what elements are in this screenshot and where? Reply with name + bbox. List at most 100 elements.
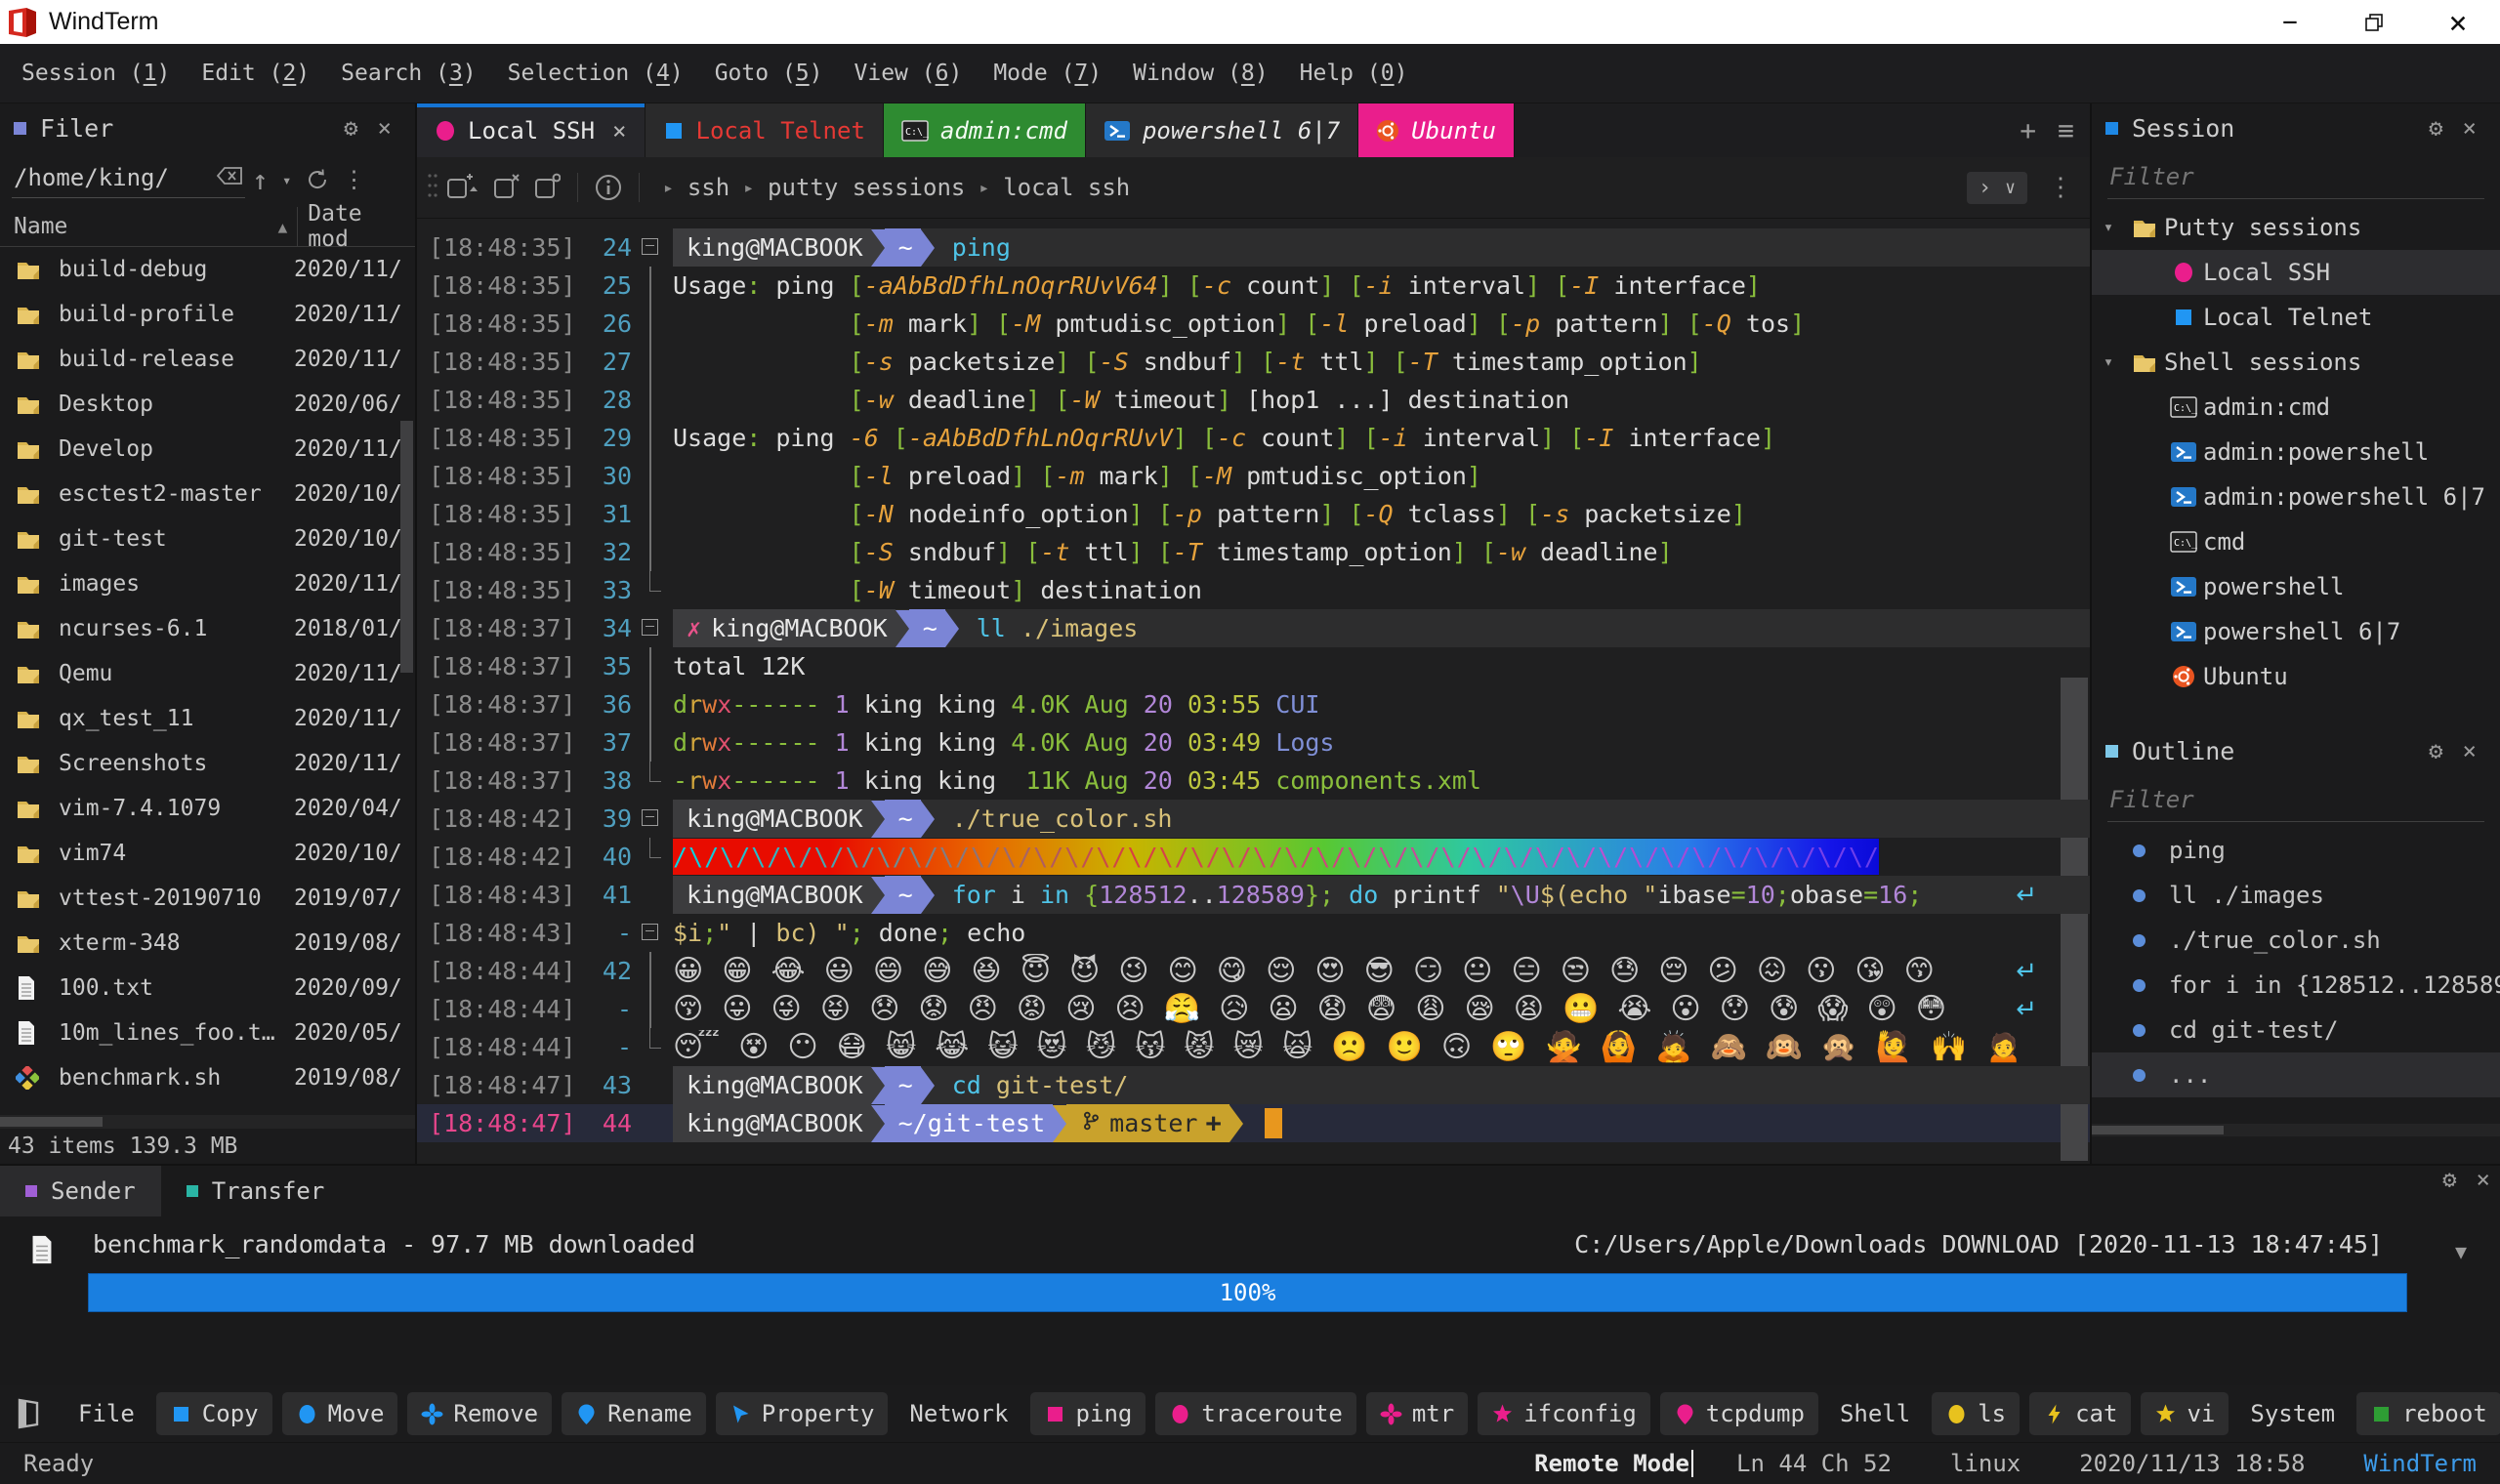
filer-hscrollbar[interactable] [0, 1115, 415, 1129]
file-row[interactable]: build-release 2020/11/ [0, 337, 415, 382]
fold-marker[interactable] [632, 723, 673, 762]
tab-admin-cmd[interactable]: C:\_ admin:cmd [883, 103, 1086, 157]
sidebar-item-local-telnet[interactable]: Local Telnet [2092, 295, 2500, 340]
terminal[interactable]: [18:48:35] 24 king@MACBOOK ~ ping [18:48:35] 2… [417, 219, 2090, 1164]
toolbar-button-vi[interactable]: vi [2141, 1392, 2229, 1435]
fold-marker[interactable] [632, 305, 673, 343]
menu-item-view[interactable]: View (6) [839, 61, 979, 86]
fold-marker[interactable] [632, 533, 673, 571]
run-command-box[interactable]: › ∨ [1966, 171, 2027, 204]
duplicate-tab-icon[interactable] [526, 173, 567, 202]
sidebar-item-local-ssh[interactable]: Local SSH [2092, 250, 2500, 295]
file-row[interactable]: vttest-20190710 2019/07/ [0, 876, 415, 921]
toolbar-button-ping[interactable]: ping [1029, 1392, 1146, 1435]
clear-path-icon[interactable] [216, 164, 243, 191]
sidebar-item-powershell-6-7[interactable]: powershell 6|7 [2092, 609, 2500, 654]
status-os[interactable]: linux [1950, 1450, 2021, 1477]
toolbar-button-mtr[interactable]: mtr [1365, 1392, 1469, 1435]
info-icon[interactable] [588, 174, 629, 201]
filer-vscrollbar[interactable] [400, 421, 413, 673]
fold-marker[interactable] [632, 419, 673, 457]
file-row[interactable]: esctest2-master 2020/10/ [0, 472, 415, 516]
outline-filter-input[interactable] [2107, 781, 2484, 822]
tree-expand-icon[interactable]: ▾ [2092, 352, 2125, 372]
outline-close-icon[interactable]: × [2453, 737, 2486, 764]
fold-marker[interactable] [632, 343, 673, 381]
outline-item[interactable]: for i in {128512..128589} [2092, 963, 2500, 1008]
tab-local-ssh[interactable]: Local SSH × [417, 103, 646, 157]
toolbar-button-remove[interactable]: Remove [407, 1392, 553, 1435]
file-row[interactable]: vim-7.4.1079 2020/04/ [0, 786, 415, 831]
fold-marker[interactable] [632, 1066, 673, 1104]
file-row[interactable]: build-profile 2020/11/ [0, 292, 415, 337]
close-tab-icon[interactable] [485, 173, 526, 202]
sidebar-item-putty-sessions[interactable]: ▾ Putty sessions [2092, 205, 2500, 250]
fold-marker[interactable] [632, 1104, 673, 1142]
fold-marker[interactable] [632, 990, 673, 1028]
panel-toggle-icon[interactable] [14, 1397, 43, 1430]
outline-item[interactable]: ./true_color.sh [2092, 918, 2500, 963]
status-brand[interactable]: WindTerm [2363, 1450, 2477, 1477]
fold-marker[interactable] [632, 914, 673, 952]
outline-item[interactable]: ll ./images [2092, 873, 2500, 918]
up-directory-dropdown-icon[interactable]: ▾ [275, 171, 299, 189]
menu-item-mode[interactable]: Mode (7) [978, 61, 1117, 86]
filer-path-input[interactable]: /home/king/ [12, 162, 245, 198]
file-row[interactable]: ncurses-6.1 2018/01/ [0, 606, 415, 651]
tab-close-icon[interactable]: × [612, 117, 626, 144]
sidebar-item-ubuntu[interactable]: Ubuntu [2092, 654, 2500, 699]
fold-marker[interactable] [632, 609, 673, 647]
tree-expand-icon[interactable]: ▾ [2092, 218, 2125, 237]
toolbar-button-ls[interactable]: ls [1932, 1392, 2021, 1435]
fold-marker[interactable] [632, 495, 673, 533]
breadcrumb-segment[interactable]: local ssh [1003, 174, 1130, 201]
file-row[interactable]: 100.txt 2020/09/ [0, 966, 415, 1010]
tab-list-menu-icon[interactable]: ≡ [2058, 114, 2074, 146]
outline-item[interactable]: ... [2092, 1052, 2500, 1097]
toolbar-button-tcpdump[interactable]: tcpdump [1659, 1392, 1818, 1435]
close-button[interactable]: × [2416, 0, 2500, 44]
restore-button[interactable] [2332, 0, 2416, 44]
fold-marker[interactable] [632, 952, 673, 990]
sidebar-item-cmd[interactable]: C:\_ cmd [2092, 519, 2500, 564]
file-row[interactable]: build-debug 2020/11/ [0, 247, 415, 292]
menu-item-goto[interactable]: Goto (5) [699, 61, 839, 86]
status-datetime[interactable]: 2020/11/13 18:58 [2079, 1450, 2305, 1477]
fold-marker[interactable] [632, 267, 673, 305]
fold-marker[interactable] [632, 838, 673, 876]
minimize-button[interactable]: − [2248, 0, 2332, 44]
outline-item[interactable]: cd git-test/ [2092, 1008, 2500, 1052]
transfer-dropdown-icon[interactable]: ▼ [2455, 1240, 2467, 1263]
transfer-settings-gear-icon[interactable]: ⚙ [2433, 1166, 2466, 1216]
tab-ubuntu[interactable]: Ubuntu [1358, 103, 1515, 157]
transfer-close-icon[interactable]: × [2467, 1166, 2500, 1216]
outline-item[interactable]: ping [2092, 828, 2500, 873]
filer-more-menu-icon[interactable]: ⋮ [336, 166, 373, 193]
file-row[interactable]: Screenshots 2020/11/ [0, 741, 415, 786]
file-row[interactable]: benchmark.sh 2019/08/ [0, 1055, 415, 1100]
up-directory-icon[interactable]: ↑ [245, 164, 275, 196]
breadcrumb-segment[interactable]: ssh [688, 174, 729, 201]
menu-item-session[interactable]: Session (1) [6, 61, 186, 86]
toolbar-button-reboot[interactable]: reboot [2356, 1392, 2500, 1435]
fold-marker[interactable] [632, 381, 673, 419]
tab-local-telnet[interactable]: Local Telnet [645, 103, 884, 157]
file-row[interactable]: Qemu 2020/11/ [0, 651, 415, 696]
fold-marker[interactable] [632, 876, 673, 914]
transfer-tab-sender[interactable]: Sender [0, 1166, 161, 1216]
file-row[interactable]: Desktop 2020/06/ [0, 382, 415, 427]
pathbar-more-menu-icon[interactable]: ⋮ [2041, 173, 2080, 202]
refresh-icon[interactable] [299, 168, 336, 191]
file-row[interactable]: images 2020/11/ [0, 561, 415, 606]
menu-item-help[interactable]: Help (0) [1284, 61, 1424, 86]
toolbar-button-ifconfig[interactable]: ifconfig [1478, 1392, 1650, 1435]
sidebar-item-powershell[interactable]: powershell [2092, 564, 2500, 609]
status-mode[interactable]: Remote Mode [1534, 1450, 1689, 1477]
outline-hscrollbar[interactable] [2092, 1124, 2500, 1136]
toolbar-button-cat[interactable]: cat [2029, 1392, 2132, 1435]
tab-powershell-6-7[interactable]: powershell 6|7 [1085, 103, 1359, 157]
file-row[interactable]: git-test 2020/10/ [0, 516, 415, 561]
sidebar-item-admin-powershell-6-7[interactable]: admin:powershell 6|7 [2092, 474, 2500, 519]
toolbar-button-copy[interactable]: Copy [155, 1392, 272, 1435]
file-row[interactable]: 10m_lines_foo.t… 2020/05/ [0, 1010, 415, 1055]
